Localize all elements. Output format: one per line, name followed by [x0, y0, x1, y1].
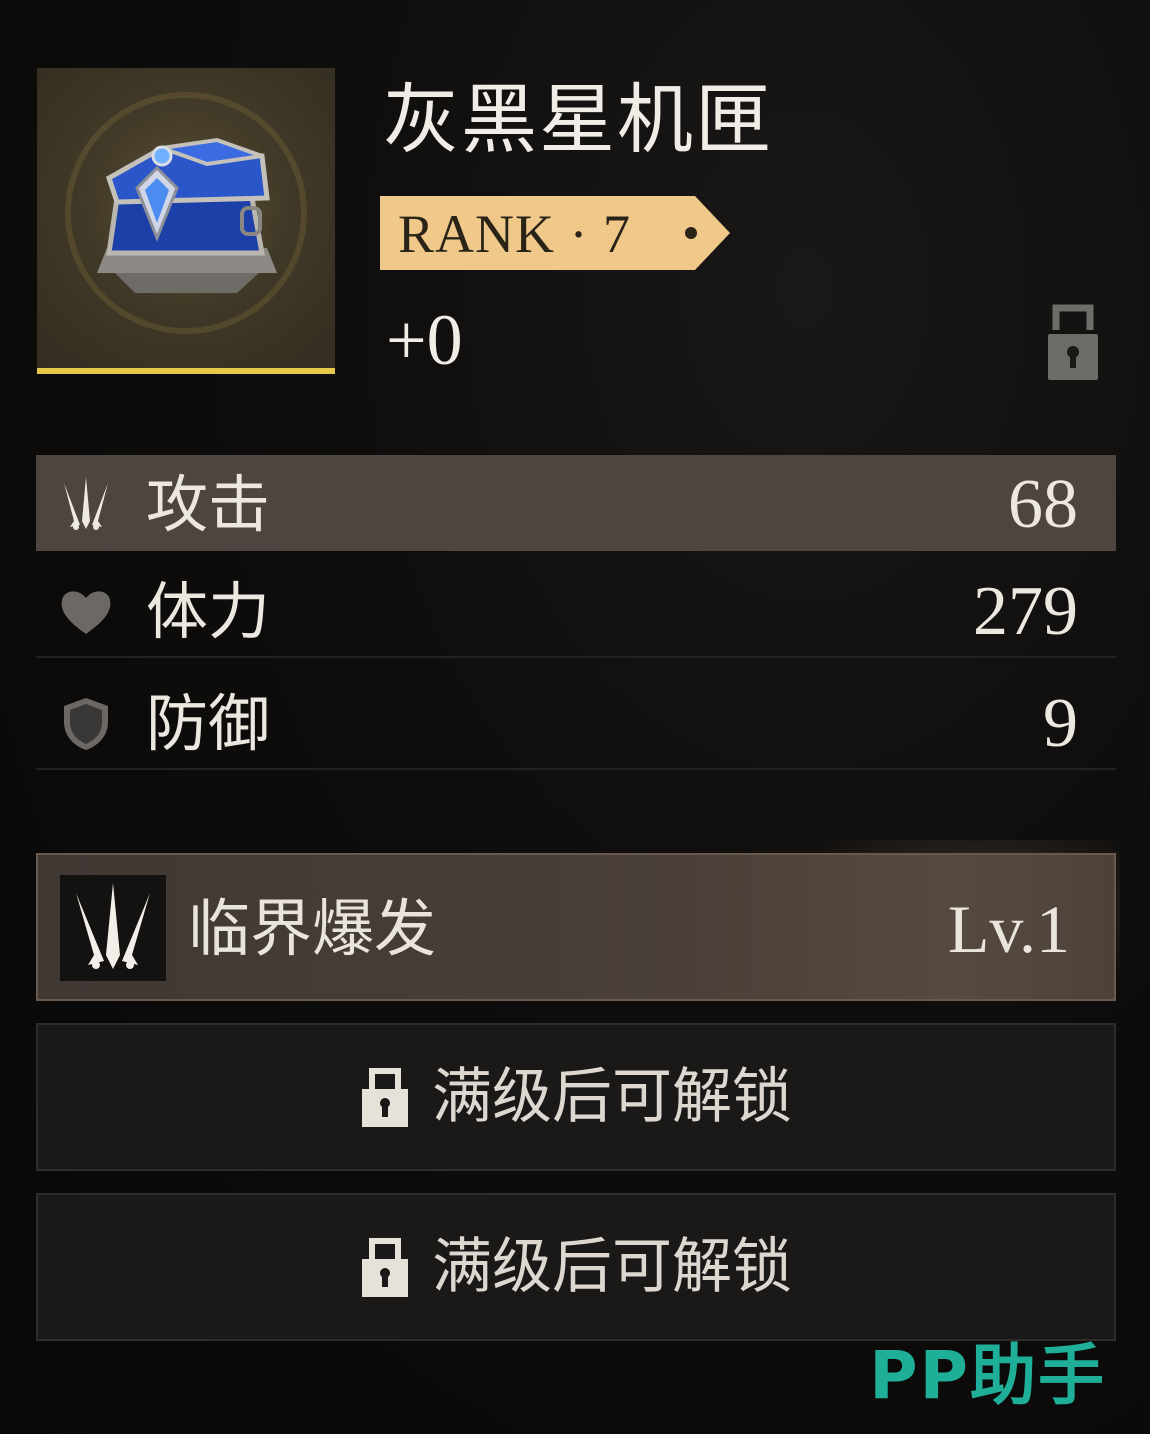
skill-row[interactable]: 临界爆发 Lv.1	[36, 853, 1116, 1001]
claw-attack-icon	[56, 475, 116, 535]
padlock-icon	[360, 1233, 410, 1301]
stat-row-stamina[interactable]: 体力 279	[36, 562, 1116, 658]
heart-icon	[56, 582, 116, 642]
stat-label: 攻击	[146, 468, 271, 541]
enhance-level: +0	[386, 300, 463, 380]
stat-row-defense[interactable]: 防御 9	[36, 674, 1116, 770]
stat-row-attack[interactable]: 攻击 68	[36, 455, 1116, 551]
item-name: 灰黑星机匣	[383, 75, 773, 164]
item-image-frame	[37, 68, 335, 374]
locked-slot-2[interactable]: 满级后可解锁	[36, 1193, 1116, 1341]
locked-slot-1[interactable]: 满级后可解锁	[36, 1023, 1116, 1171]
skill-level: Lv.1	[947, 891, 1070, 967]
rank-badge: RANK · 7	[380, 196, 730, 270]
stat-value: 68	[1008, 466, 1078, 543]
stat-value: 279	[973, 573, 1078, 650]
watermark-logo: PP助手	[869, 1337, 1106, 1414]
blue-chest-icon	[65, 92, 307, 334]
stat-label: 防御	[146, 687, 271, 760]
locked-slot-text: 满级后可解锁	[432, 1062, 792, 1132]
padlock-open-icon[interactable]	[1044, 300, 1102, 386]
shield-icon	[56, 694, 116, 754]
stat-label: 体力	[146, 575, 271, 648]
skill-name: 临界爆发	[188, 892, 437, 965]
stat-value: 9	[1043, 685, 1078, 762]
locked-slot-text: 满级后可解锁	[432, 1232, 792, 1302]
claw-skill-icon	[60, 875, 166, 981]
rank-label: RANK · 7	[398, 204, 631, 264]
padlock-icon	[360, 1063, 410, 1131]
